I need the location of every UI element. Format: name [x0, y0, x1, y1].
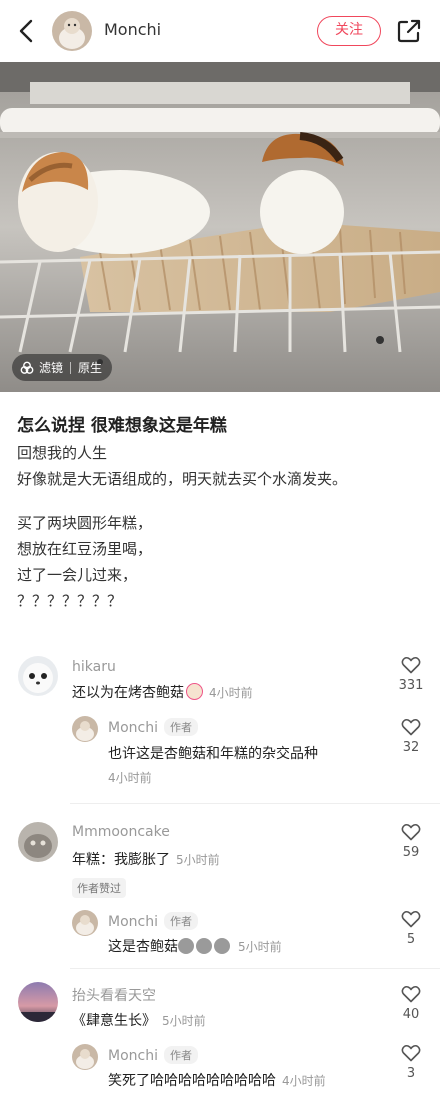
original-label: 原生: [78, 361, 103, 375]
filter-tag[interactable]: 滤镜 原生: [12, 354, 113, 381]
like-count: 32: [402, 740, 420, 755]
like-count: 59: [402, 845, 420, 860]
heart-icon: [401, 910, 421, 928]
post-line: 回想我的人生: [17, 444, 108, 462]
top-bar: Monchi 关注: [0, 0, 440, 62]
filter-icon: [20, 361, 34, 374]
clown-emoji-icon: [186, 683, 203, 700]
heart-icon: [401, 823, 421, 841]
like-button[interactable]: 331: [396, 656, 426, 693]
comment-time: 5小时前: [176, 853, 220, 867]
author-badge: 作者: [163, 1046, 198, 1064]
commenter-avatar[interactable]: [18, 656, 58, 696]
reply-avatar[interactable]: [72, 910, 98, 936]
post-paragraph-2: 买了两块圆形年糕， 想放在红豆汤里喝， 过了一会儿过来， ？？？？？？？: [17, 510, 152, 614]
comment-time: 5小时前: [162, 1014, 206, 1028]
commenter-name[interactable]: hikaru: [72, 659, 116, 675]
reply-avatar[interactable]: [72, 716, 98, 742]
commenter-avatar[interactable]: [18, 822, 58, 862]
reply-name[interactable]: Monchi 作者: [108, 912, 198, 930]
heart-icon: [401, 1044, 421, 1062]
comment-body: 年糕：我膨胀了: [72, 852, 170, 868]
author-liked-badge: 作者赞过: [72, 878, 126, 898]
post-paragraph-1: 回想我的人生 好像就是大无语组成的，明天就去买个水滴发夹。: [17, 440, 347, 492]
reply-text: 笑死了哈哈哈哈哈哈哈哈哈 4小时前: [108, 1070, 326, 1090]
author-badge: 作者: [163, 912, 198, 930]
reply-name[interactable]: Monchi 作者: [108, 1046, 198, 1064]
reply-text: 这是杏鲍菇 5小时前: [108, 936, 282, 956]
filter-label: 滤镜: [39, 361, 64, 375]
author-avatar[interactable]: [52, 11, 92, 51]
reply-body: 这是杏鲍菇: [108, 939, 178, 955]
post-line: 买了两块圆形年糕，: [17, 514, 153, 532]
like-count: 331: [398, 678, 424, 693]
post-line: 过了一会儿过来，: [17, 566, 138, 584]
comment-text: 年糕：我膨胀了 5小时前: [72, 849, 220, 869]
comment-divider: [70, 803, 440, 804]
commenter-name[interactable]: Mmmooncake: [72, 824, 170, 840]
follow-button[interactable]: 关注: [317, 16, 381, 46]
post-line: 好像就是大无语组成的，明天就去买个水滴发夹。: [17, 470, 348, 488]
post-photo[interactable]: [0, 62, 440, 392]
like-button[interactable]: 3: [396, 1044, 426, 1081]
grey-face-emoji-icon: [214, 938, 230, 954]
grey-face-emoji-icon: [178, 938, 194, 954]
reply-name[interactable]: Monchi 作者: [108, 718, 198, 736]
grey-face-emoji-icon: [196, 938, 212, 954]
like-count: 40: [402, 1007, 420, 1022]
comment-body: 《肆意生长》: [72, 1013, 156, 1029]
comment-text: 还以为在烤杏鲍菇 4小时前: [72, 682, 253, 702]
comment-text: 《肆意生长》 5小时前: [72, 1010, 206, 1030]
like-button[interactable]: 40: [396, 985, 426, 1022]
reply-avatar[interactable]: [72, 1044, 98, 1070]
commenter-name[interactable]: 抬头看看天空: [72, 985, 156, 1005]
share-icon[interactable]: [396, 18, 422, 44]
post-line: ？？？？？？？: [17, 592, 123, 610]
reply-time: 5小时前: [238, 940, 282, 954]
reply-body: 笑死了哈哈哈哈哈哈哈哈哈: [108, 1073, 276, 1089]
heart-icon: [401, 656, 421, 674]
heart-icon: [401, 985, 421, 1003]
reply-time: 4小时前: [108, 771, 152, 785]
heart-icon: [401, 718, 421, 736]
filter-divider: [70, 361, 72, 374]
author-name[interactable]: Monchi: [104, 20, 161, 39]
back-arrow-icon[interactable]: [14, 18, 40, 44]
comment-divider: [70, 968, 440, 969]
post-title: 怎么说捏 很难想象这是年糕: [17, 416, 227, 436]
comment-body: 还以为在烤杏鲍菇: [72, 685, 184, 701]
like-button[interactable]: 5: [396, 910, 426, 947]
like-count: 5: [406, 932, 416, 947]
author-badge: 作者: [163, 718, 198, 736]
commenter-avatar[interactable]: [18, 982, 58, 1022]
comment-time: 4小时前: [209, 686, 253, 700]
like-button[interactable]: 32: [396, 718, 426, 755]
post-line: 想放在红豆汤里喝，: [17, 540, 153, 558]
reply-time: 4小时前: [282, 1074, 326, 1088]
like-button[interactable]: 59: [396, 823, 426, 860]
reply-text: 也许这是杏鲍菇和年糕的杂交品种: [108, 746, 318, 762]
like-count: 3: [406, 1066, 416, 1081]
